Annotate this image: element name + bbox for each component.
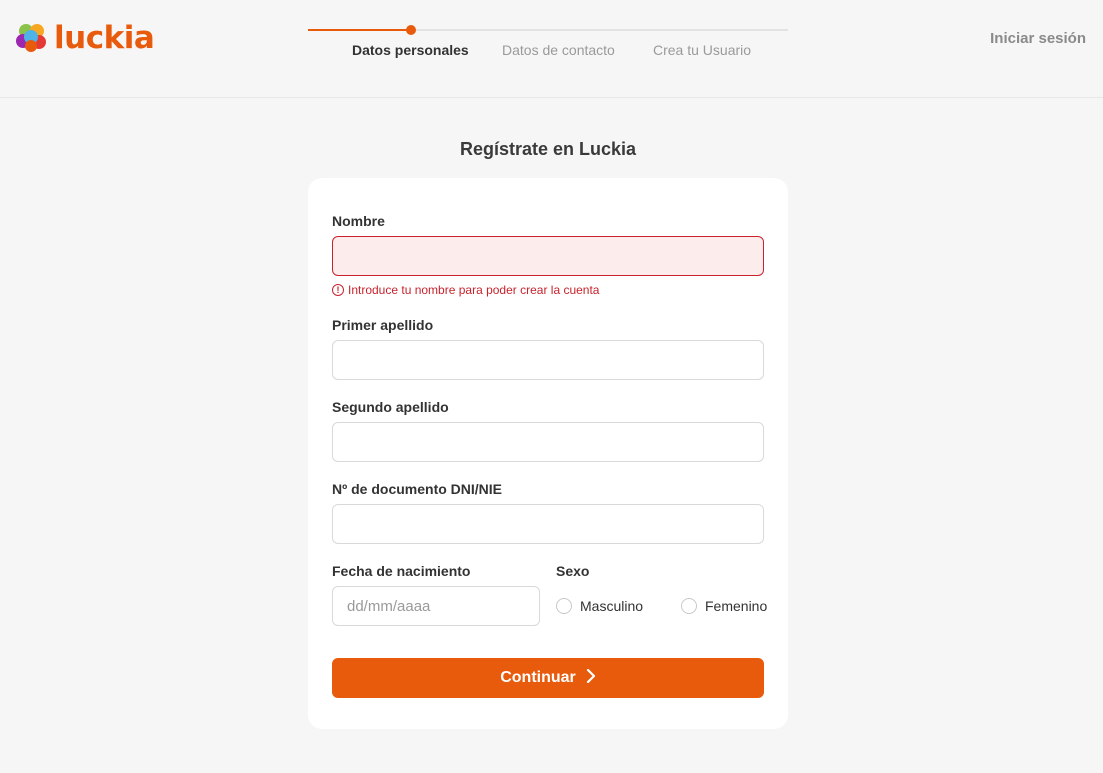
documento-label: Nº de documento DNI/NIE [332,481,503,497]
radio-circle-icon[interactable] [556,598,572,614]
sexo-radio-femenino[interactable]: Femenino [681,598,767,614]
steps-current-dot [405,25,416,35]
step-datos-contacto[interactable]: Datos de contacto [502,42,615,58]
step-crea-usuario[interactable]: Crea tu Usuario [653,42,751,58]
continuar-label: Continuar [500,669,576,686]
nombre-input[interactable] [332,236,764,276]
nombre-error-text: Introduce tu nombre para poder crear la … [348,283,600,297]
top-bar: luckia Datos personales Datos de contact… [0,0,1103,98]
segundo-apellido-label: Segundo apellido [332,399,449,415]
fecha-nacimiento-input[interactable] [332,586,540,626]
brand-name: luckia [54,20,155,56]
segundo-apellido-input[interactable] [332,422,764,462]
registration-form-card: Nombre ! Introduce tu nombre para poder … [308,178,788,729]
page-title: Regístrate en Luckia [459,139,637,159]
chevron-right-icon [586,668,596,688]
sexo-radio-masculino[interactable]: Masculino [556,598,643,614]
primer-apellido-label: Primer apellido [332,317,434,333]
login-link[interactable]: Iniciar sesión [990,30,1086,47]
fecha-nacimiento-label: Fecha de nacimiento [332,563,471,579]
sexo-label: Sexo [556,563,590,579]
radio-label-masculino: Masculino [580,598,644,614]
radio-label-femenino: Femenino [705,598,768,614]
step-datos-personales[interactable]: Datos personales [352,42,469,58]
registration-steps: Datos personales Datos de contacto Crea … [308,24,788,64]
documento-input[interactable] [332,504,764,544]
luckia-logo-icon [14,21,50,55]
nombre-error-message: ! Introduce tu nombre para poder crear l… [332,283,599,297]
continuar-button[interactable]: Continuar [332,658,764,698]
primer-apellido-input[interactable] [332,340,764,380]
error-circle-icon: ! [332,284,344,296]
radio-circle-icon[interactable] [681,598,697,614]
luckia-logo[interactable]: luckia [14,20,155,56]
nombre-label: Nombre [332,213,385,229]
steps-progress [308,29,411,31]
